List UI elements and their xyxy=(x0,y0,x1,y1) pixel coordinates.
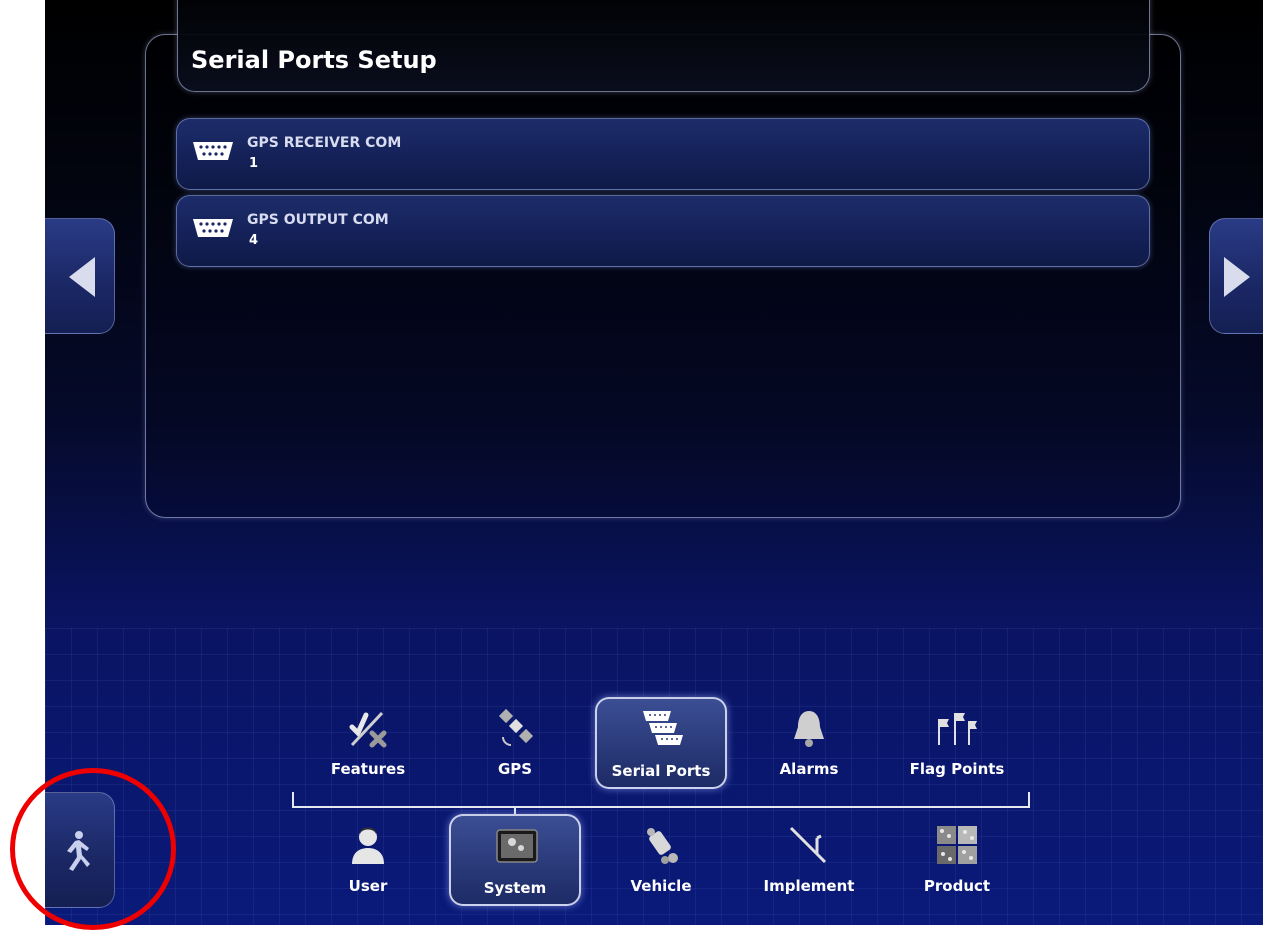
list-item-gps-output-com[interactable]: GPS OUTPUT COM 4 xyxy=(176,195,1150,267)
vehicle-icon xyxy=(647,828,678,864)
serial-ports-icon xyxy=(643,711,683,745)
menu-label: Features xyxy=(330,760,406,778)
menu-label: GPS xyxy=(497,760,533,778)
serial-port-icon xyxy=(193,142,233,160)
features-icon xyxy=(349,711,387,748)
page-title: Serial Ports Setup xyxy=(191,46,437,74)
menu-item-alarms[interactable]: Alarms xyxy=(743,697,875,789)
menu-item-vehicle[interactable]: Vehicle xyxy=(595,814,727,906)
menu-label: Serial Ports xyxy=(611,762,711,780)
menu-item-serial-ports[interactable]: Serial Ports xyxy=(595,697,727,789)
arrow-left-icon xyxy=(69,257,95,297)
menu-label: Alarms xyxy=(779,760,839,778)
port-label: GPS OUTPUT COM xyxy=(247,212,389,228)
menu-label: Vehicle xyxy=(630,877,692,895)
menu-item-system[interactable]: System xyxy=(449,814,581,906)
product-icon xyxy=(937,826,977,864)
port-value: 4 xyxy=(249,233,259,248)
running-man-icon xyxy=(67,831,90,871)
system-icon xyxy=(496,829,538,863)
menu-label: User xyxy=(348,877,388,895)
flags-icon xyxy=(938,713,977,745)
menu-item-product[interactable]: Product xyxy=(891,814,1023,906)
satellite-icon xyxy=(498,708,534,746)
screen: Serial Ports Setup GPS RECEIVER COM 1 GP… xyxy=(45,0,1263,925)
port-label: GPS RECEIVER COM xyxy=(247,135,402,151)
menu-label: Product xyxy=(923,877,991,895)
exit-button[interactable] xyxy=(45,792,115,908)
list-item-gps-receiver-com[interactable]: GPS RECEIVER COM 1 xyxy=(176,118,1150,190)
previous-page-button[interactable] xyxy=(45,218,115,334)
menu-item-implement[interactable]: Implement xyxy=(743,814,875,906)
menu-label: System xyxy=(483,879,547,897)
menu-item-user[interactable]: User xyxy=(302,814,434,906)
menu-item-features[interactable]: Features xyxy=(302,697,434,789)
port-value: 1 xyxy=(249,156,259,171)
menu-item-flag-points[interactable]: Flag Points xyxy=(891,697,1023,789)
menu-label: Implement xyxy=(763,877,855,895)
user-icon xyxy=(352,827,384,864)
menu-label: Flag Points xyxy=(909,760,1005,778)
next-page-button[interactable] xyxy=(1209,218,1263,334)
menu-bracket xyxy=(292,792,1030,808)
menu-item-gps[interactable]: GPS xyxy=(449,697,581,789)
content-panel xyxy=(145,34,1181,518)
bell-icon xyxy=(794,711,824,747)
arrow-right-icon xyxy=(1224,257,1250,297)
implement-icon xyxy=(789,826,827,864)
serial-port-icon xyxy=(193,219,233,237)
